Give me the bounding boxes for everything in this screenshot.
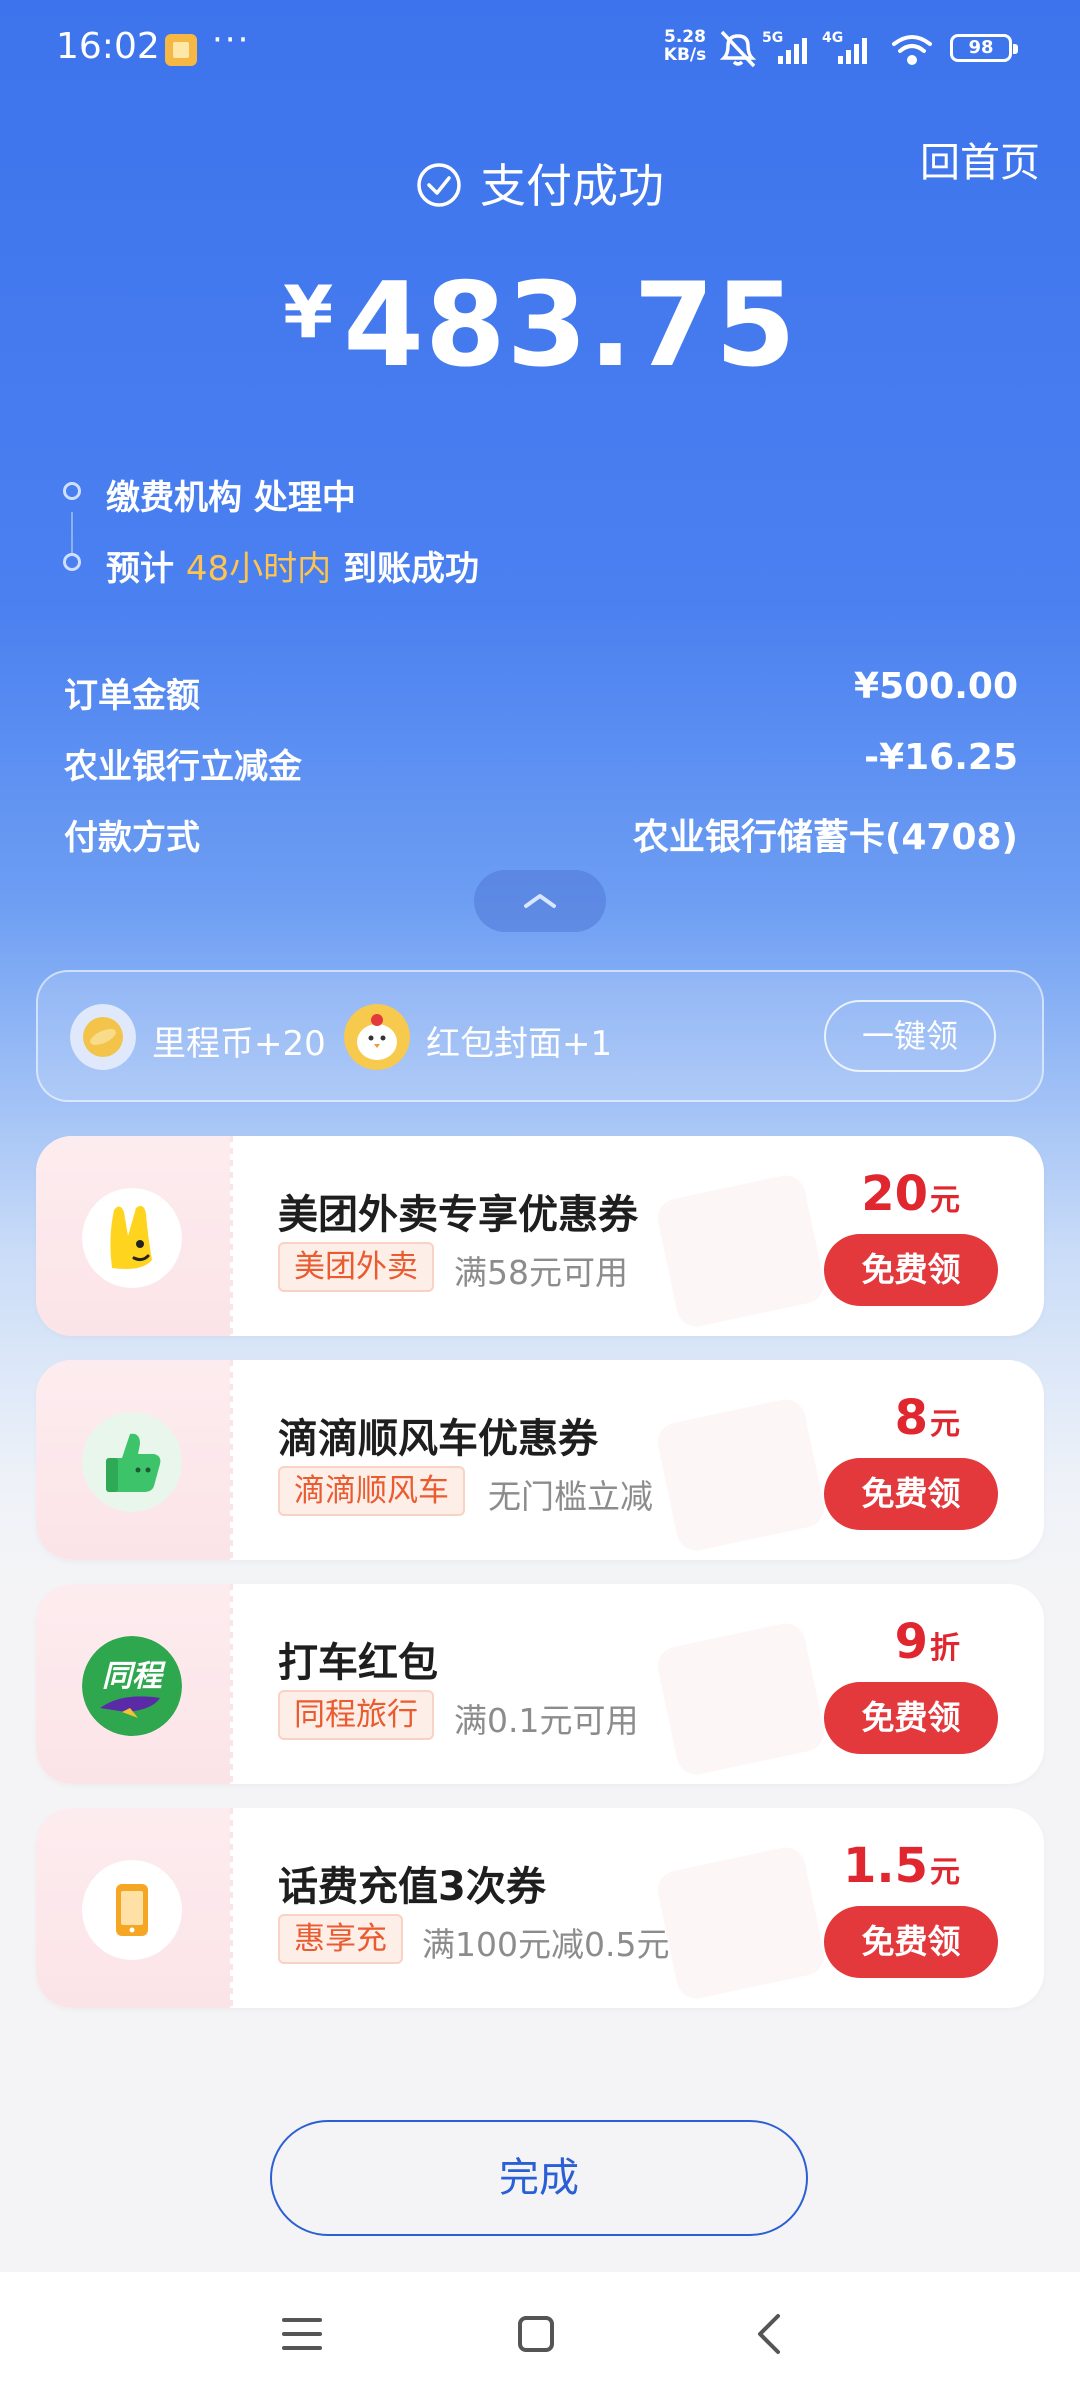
- paid-amount: ¥483.75: [0, 258, 1080, 393]
- coupon-brand-panel: [36, 1136, 233, 1336]
- coupon-condition: 满0.1元可用: [454, 1701, 639, 1740]
- coupon-watermark: [654, 1171, 828, 1331]
- coupon-card: 滴滴顺风车优惠券 滴滴顺风车 无门槛立减 8元 免费领: [36, 1360, 1044, 1560]
- coupon-value: 8元: [895, 1390, 960, 1446]
- bank-discount-label: 农业银行立减金: [64, 747, 302, 787]
- timeline-dot: [63, 482, 81, 500]
- status-icons: 5G 4G: [719, 30, 932, 68]
- coupon-title: 话费充值3次券: [278, 1864, 546, 1910]
- coupon-brand-tag: 滴滴顺风车: [278, 1466, 465, 1516]
- network-speed-value: 5.28: [664, 27, 706, 47]
- back-icon[interactable]: [752, 2312, 786, 2356]
- status-time: 16:02: [56, 26, 160, 67]
- network-speed-unit: KB/s: [663, 45, 707, 65]
- coupon-brand-tag: 惠享充: [278, 1914, 403, 1964]
- menu-icon[interactable]: [280, 2314, 324, 2354]
- coupon-brand-tag: 美团外卖: [278, 1242, 434, 1292]
- coupon-watermark: [654, 1619, 828, 1779]
- amount-value: 483.75: [343, 258, 797, 393]
- coupon-card: 话费充值3次券 惠享充 满100元减0.5元 1.5元 免费领: [36, 1808, 1044, 2008]
- eta-highlight: 48小时内: [185, 549, 332, 589]
- timeline-dot: [63, 553, 81, 571]
- claim-coupon-button[interactable]: 免费领: [824, 1906, 998, 1978]
- coupon-condition: 满100元减0.5元: [422, 1925, 670, 1964]
- coupon-value-number: 20: [861, 1166, 928, 1222]
- coupon-card: 同程 打车红包 同程旅行 满0.1元可用 9折 免费领: [36, 1584, 1044, 1784]
- coupon-value-number: 9: [894, 1614, 928, 1670]
- red-packet-cover-icon: [344, 1004, 410, 1070]
- success-text: 支付成功: [480, 159, 664, 213]
- mileage-coin-icon: [70, 1004, 136, 1070]
- network-speed: 5.28 KB/s: [660, 28, 710, 64]
- coupon-title: 美团外卖专享优惠券: [278, 1192, 638, 1238]
- more-notifications-icon: ···: [212, 20, 251, 60]
- coupon-condition: 满58元可用: [454, 1253, 628, 1292]
- order-amount-label: 订单金额: [64, 676, 200, 716]
- order-amount-value: ¥500.00: [854, 666, 1018, 707]
- claim-coupon-button[interactable]: 免费领: [824, 1234, 998, 1306]
- red-packet-cover-reward: 红包封面+1: [426, 1024, 613, 1064]
- signal-4g-label: 4G: [822, 30, 843, 46]
- collapse-details-button[interactable]: [474, 870, 606, 932]
- coupon-brand-panel: 同程: [36, 1584, 233, 1784]
- coupon-value-unit: 元: [930, 1183, 960, 1218]
- battery-icon: 98: [950, 34, 1018, 62]
- tongcheng-logo-text: 同程: [102, 1659, 166, 1694]
- coupon-value: 1.5元: [843, 1838, 960, 1894]
- coupon-brand-panel: [36, 1360, 233, 1560]
- timeline-step-eta: 预计 48小时内 到账成功: [106, 541, 479, 590]
- wifi-icon: [892, 35, 932, 65]
- coupon-value-number: 8: [894, 1390, 928, 1446]
- coupon-value: 20元: [861, 1166, 960, 1222]
- check-circle-icon: [417, 163, 461, 207]
- coupon-value-number: 1.5: [842, 1838, 928, 1894]
- status-bar: 16:02 ··· 5.28 KB/s 5G 4G 98: [0, 0, 1080, 100]
- payment-method-value: 农业银行储蓄卡(4708): [632, 817, 1018, 858]
- coupon-value-unit: 折: [930, 1631, 960, 1666]
- coupon-watermark: [654, 1843, 828, 2003]
- currency-symbol: ¥: [283, 270, 334, 354]
- coupon-brand-tag: 同程旅行: [278, 1690, 434, 1740]
- coupon-value-unit: 元: [930, 1855, 960, 1890]
- timeline-step-processing: 缴费机构 处理中: [106, 478, 356, 518]
- coupon-brand-panel: [36, 1808, 233, 2008]
- timeline-line: [71, 512, 73, 554]
- coupon-condition: 无门槛立减: [488, 1477, 653, 1516]
- app-notification-icon: [165, 34, 197, 66]
- coupon-watermark: [654, 1395, 828, 1555]
- signal-5g-label: 5G: [762, 30, 783, 46]
- coupon-title: 打车红包: [278, 1640, 438, 1686]
- claim-all-button[interactable]: 一键领: [824, 1000, 996, 1072]
- chevron-up-icon: [524, 894, 556, 908]
- coupon-title: 滴滴顺风车优惠券: [278, 1416, 598, 1462]
- system-nav-bar: [0, 2272, 1080, 2400]
- eta-prefix: 预计: [106, 549, 186, 589]
- thumbs-up-icon: [82, 1412, 182, 1512]
- mute-bell-icon: [719, 30, 757, 68]
- mileage-coin-reward: 里程币+20: [152, 1024, 326, 1064]
- coupon-value: 9折: [895, 1614, 960, 1670]
- bank-discount-value: -¥16.25: [864, 737, 1018, 778]
- meituan-kangaroo-icon: [82, 1188, 182, 1288]
- tongcheng-logo-icon: 同程: [82, 1636, 182, 1736]
- phone-icon: [82, 1860, 182, 1960]
- payment-method-label: 付款方式: [64, 818, 200, 858]
- coupon-card: 美团外卖专享优惠券 美团外卖 满58元可用 20元 免费领: [36, 1136, 1044, 1336]
- eta-suffix: 到账成功: [331, 549, 479, 589]
- claim-coupon-button[interactable]: 免费领: [824, 1682, 998, 1754]
- rewards-bar: 里程币+20 红包封面+1 一键领: [36, 970, 1044, 1102]
- coupon-value-unit: 元: [930, 1407, 960, 1442]
- claim-coupon-button[interactable]: 免费领: [824, 1458, 998, 1530]
- done-button[interactable]: 完成: [270, 2120, 808, 2236]
- payment-success-title: 支付成功: [0, 150, 1080, 216]
- home-square-icon[interactable]: [516, 2314, 556, 2354]
